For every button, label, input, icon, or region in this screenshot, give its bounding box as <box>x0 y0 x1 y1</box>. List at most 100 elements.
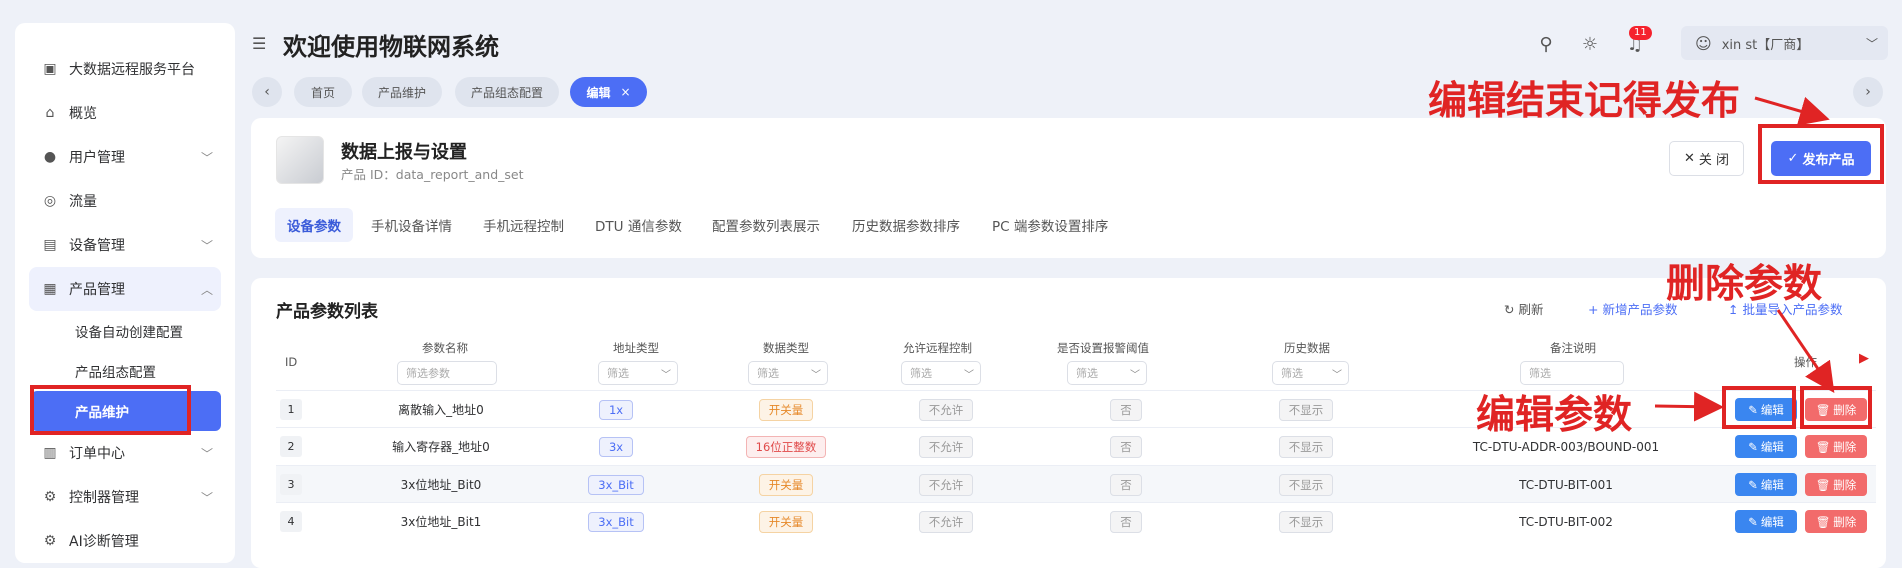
history-filter-select[interactable]: 筛选 ﹀ <box>1272 361 1349 385</box>
user-icon: ● <box>43 149 57 165</box>
alarm-tag: 否 <box>1110 398 1142 421</box>
delete-button-label: 删除 <box>1833 439 1857 454</box>
tab-product-config[interactable]: 产品组态配置 <box>455 77 559 107</box>
subtab-mobile-detail[interactable]: 手机设备详情 <box>371 208 452 242</box>
sidebar-item-users[interactable]: ● 用户管理 ﹀ <box>15 135 235 179</box>
remote-filter-select[interactable]: 筛选 ﹀ <box>901 361 981 385</box>
user-name: xin st【厂商】 <box>1721 37 1810 53</box>
datatype-filter-text: 筛选 <box>757 367 779 380</box>
delete-button[interactable]: 🗑 删除 <box>1805 435 1867 458</box>
product-image <box>276 136 324 184</box>
name-filter-input[interactable]: 筛选参数 <box>397 361 497 385</box>
home-icon: ⌂ <box>45 105 55 121</box>
data-type-tag: 开关量 <box>758 398 814 421</box>
remark: TC-DTU-BIT-002 <box>1519 514 1613 529</box>
tab-edit[interactable]: 编辑 × <box>570 77 647 107</box>
add-param-button[interactable]: + 新增产品参数 <box>1588 299 1677 318</box>
annotation-box-maintenance <box>30 385 191 435</box>
refresh-label: 刷新 <box>1518 302 1544 317</box>
avatar: ☺ <box>1695 33 1712 53</box>
edit-button[interactable]: ✎ 编辑 <box>1735 435 1797 458</box>
column-header-address: 地址类型 <box>613 341 659 355</box>
history-tag: 不显示 <box>1278 398 1334 421</box>
trash-icon: 🗑 <box>1815 514 1831 529</box>
theme-toggle-icon[interactable]: ☼ <box>1578 32 1602 56</box>
sidebar-item-label: 控制器管理 <box>69 490 139 506</box>
close-button[interactable]: ✕ 关 闭 <box>1669 141 1744 176</box>
chevron-down-icon: ﹀ <box>1332 370 1342 381</box>
column-header-datatype: 数据类型 <box>763 341 809 355</box>
column-header-remark: 备注说明 <box>1550 341 1596 355</box>
sidebar-item-ai[interactable]: ⚙ AI诊断管理 <box>15 519 235 563</box>
tab-home[interactable]: 首页 <box>294 77 352 107</box>
subtab-mobile-remote[interactable]: 手机远程控制 <box>483 208 564 242</box>
sidebar-item-label: 大数据远程服务平台 <box>69 62 195 78</box>
chevron-down-icon: ﹀ <box>811 370 821 381</box>
row-id: 3 <box>280 474 302 495</box>
datatype-filter-select[interactable]: 筛选 ﹀ <box>748 361 828 385</box>
chevron-down-icon: ﹀ <box>1130 370 1140 381</box>
subtab-config-list[interactable]: 配置参数列表展示 <box>712 208 820 242</box>
search-icon[interactable]: ⚲ <box>1534 32 1558 56</box>
edit-icon: ✎ <box>1748 514 1758 529</box>
close-icon[interactable]: × <box>620 85 630 99</box>
alarm-filter-select[interactable]: 筛选 ﹀ <box>1067 361 1147 385</box>
sidebar-item-products[interactable]: ▦ 产品管理 ︿ <box>29 267 221 311</box>
address-type-tag: 3x_Bit <box>588 474 644 495</box>
column-settings-icon[interactable]: ▶ <box>1859 351 1869 366</box>
sidebar-item-controllers[interactable]: ⚙ 控制器管理 ﹀ <box>15 475 235 519</box>
sidebar-item-traffic[interactable]: ◎ 流量 <box>15 179 235 223</box>
delete-button-label: 删除 <box>1833 514 1857 529</box>
traffic-icon: ◎ <box>43 193 57 209</box>
sidebar-item-overview[interactable]: ⌂ 概览 <box>15 91 235 135</box>
subtab-device-params[interactable]: 设备参数 <box>275 208 353 242</box>
sidebar-item-platform[interactable]: ▣ 大数据远程服务平台 <box>15 47 235 91</box>
user-menu[interactable]: ☺ xin st【厂商】 ﹀ <box>1681 26 1888 60</box>
sidebar-subitem-auto-create[interactable]: 设备自动创建配置 <box>15 311 235 351</box>
annotation-edit: 编辑参数 <box>1476 393 1633 438</box>
annotation-delete: 删除参数 <box>1666 262 1823 307</box>
refresh-button[interactable]: ↻ 刷新 <box>1504 299 1543 318</box>
edit-icon: ✎ <box>1748 439 1758 454</box>
close-icon: ✕ <box>1683 151 1695 166</box>
address-filter-select[interactable]: 筛选 ﹀ <box>598 361 678 385</box>
chevron-up-icon: ︿ <box>200 283 213 297</box>
table-row: 3 3x位地址_Bit0 3x_Bit 开关量 不允许 否 不显示 TC-DTU… <box>276 465 1876 502</box>
menu-fold-icon[interactable]: ☰ <box>252 34 266 53</box>
sidebar-item-label: 概览 <box>69 106 97 122</box>
tabs-prev-button[interactable]: ‹ <box>252 77 282 107</box>
sidebar-item-devices[interactable]: ▤ 设备管理 ﹀ <box>15 223 235 267</box>
gear-icon: ⚙ <box>43 489 57 505</box>
subtab-pc-sort[interactable]: PC 端参数设置排序 <box>992 208 1108 242</box>
chevron-down-icon: ﹀ <box>661 370 671 381</box>
table-row: 2 输入寄存器_地址0 3x 16位正整数 不允许 否 不显示 TC-DTU-A… <box>276 427 1876 464</box>
order-icon: ▥ <box>43 445 57 461</box>
remote-filter-text: 筛选 <box>910 367 932 380</box>
delete-button[interactable]: 🗑 删除 <box>1805 473 1867 496</box>
remark: TC-DTU-BIT-001 <box>1519 477 1613 492</box>
edit-button[interactable]: ✎ 编辑 <box>1735 510 1797 533</box>
address-filter-text: 筛选 <box>607 367 629 380</box>
subtab-dtu-params[interactable]: DTU 通信参数 <box>595 208 682 242</box>
param-name: 输入寄存器_地址0 <box>392 440 490 454</box>
edit-button[interactable]: ✎ 编辑 <box>1735 473 1797 496</box>
table-row: 1 离散输入_地址0 1x 开关量 不允许 否 不显示 ✎ 编辑 🗑 删除 <box>276 390 1876 427</box>
tabs-next-button[interactable]: › <box>1853 77 1883 107</box>
close-button-label: 关 闭 <box>1698 153 1730 168</box>
row-id: 1 <box>280 399 302 420</box>
history-tag: 不显示 <box>1278 473 1334 496</box>
sidebar-item-orders[interactable]: ▥ 订单中心 ﹀ <box>15 431 235 475</box>
edit-button-label: 编辑 <box>1760 439 1784 454</box>
chevron-down-icon: ﹀ <box>200 151 213 165</box>
sidebar-item-label: 订单中心 <box>69 446 125 462</box>
platform-icon: ▣ <box>43 61 57 77</box>
remark-filter-input[interactable]: 筛选 <box>1520 361 1624 385</box>
ai-icon: ⚙ <box>43 533 57 549</box>
column-header-actions: 操作 <box>1794 355 1817 369</box>
tab-product-maintenance[interactable]: 产品维护 <box>362 77 442 107</box>
edit-button-label: 编辑 <box>1760 514 1784 529</box>
delete-button[interactable]: 🗑 删除 <box>1805 510 1867 533</box>
history-filter-text: 筛选 <box>1281 367 1303 380</box>
subtab-history-sort[interactable]: 历史数据参数排序 <box>852 208 960 242</box>
remote-tag: 不允许 <box>918 510 974 533</box>
